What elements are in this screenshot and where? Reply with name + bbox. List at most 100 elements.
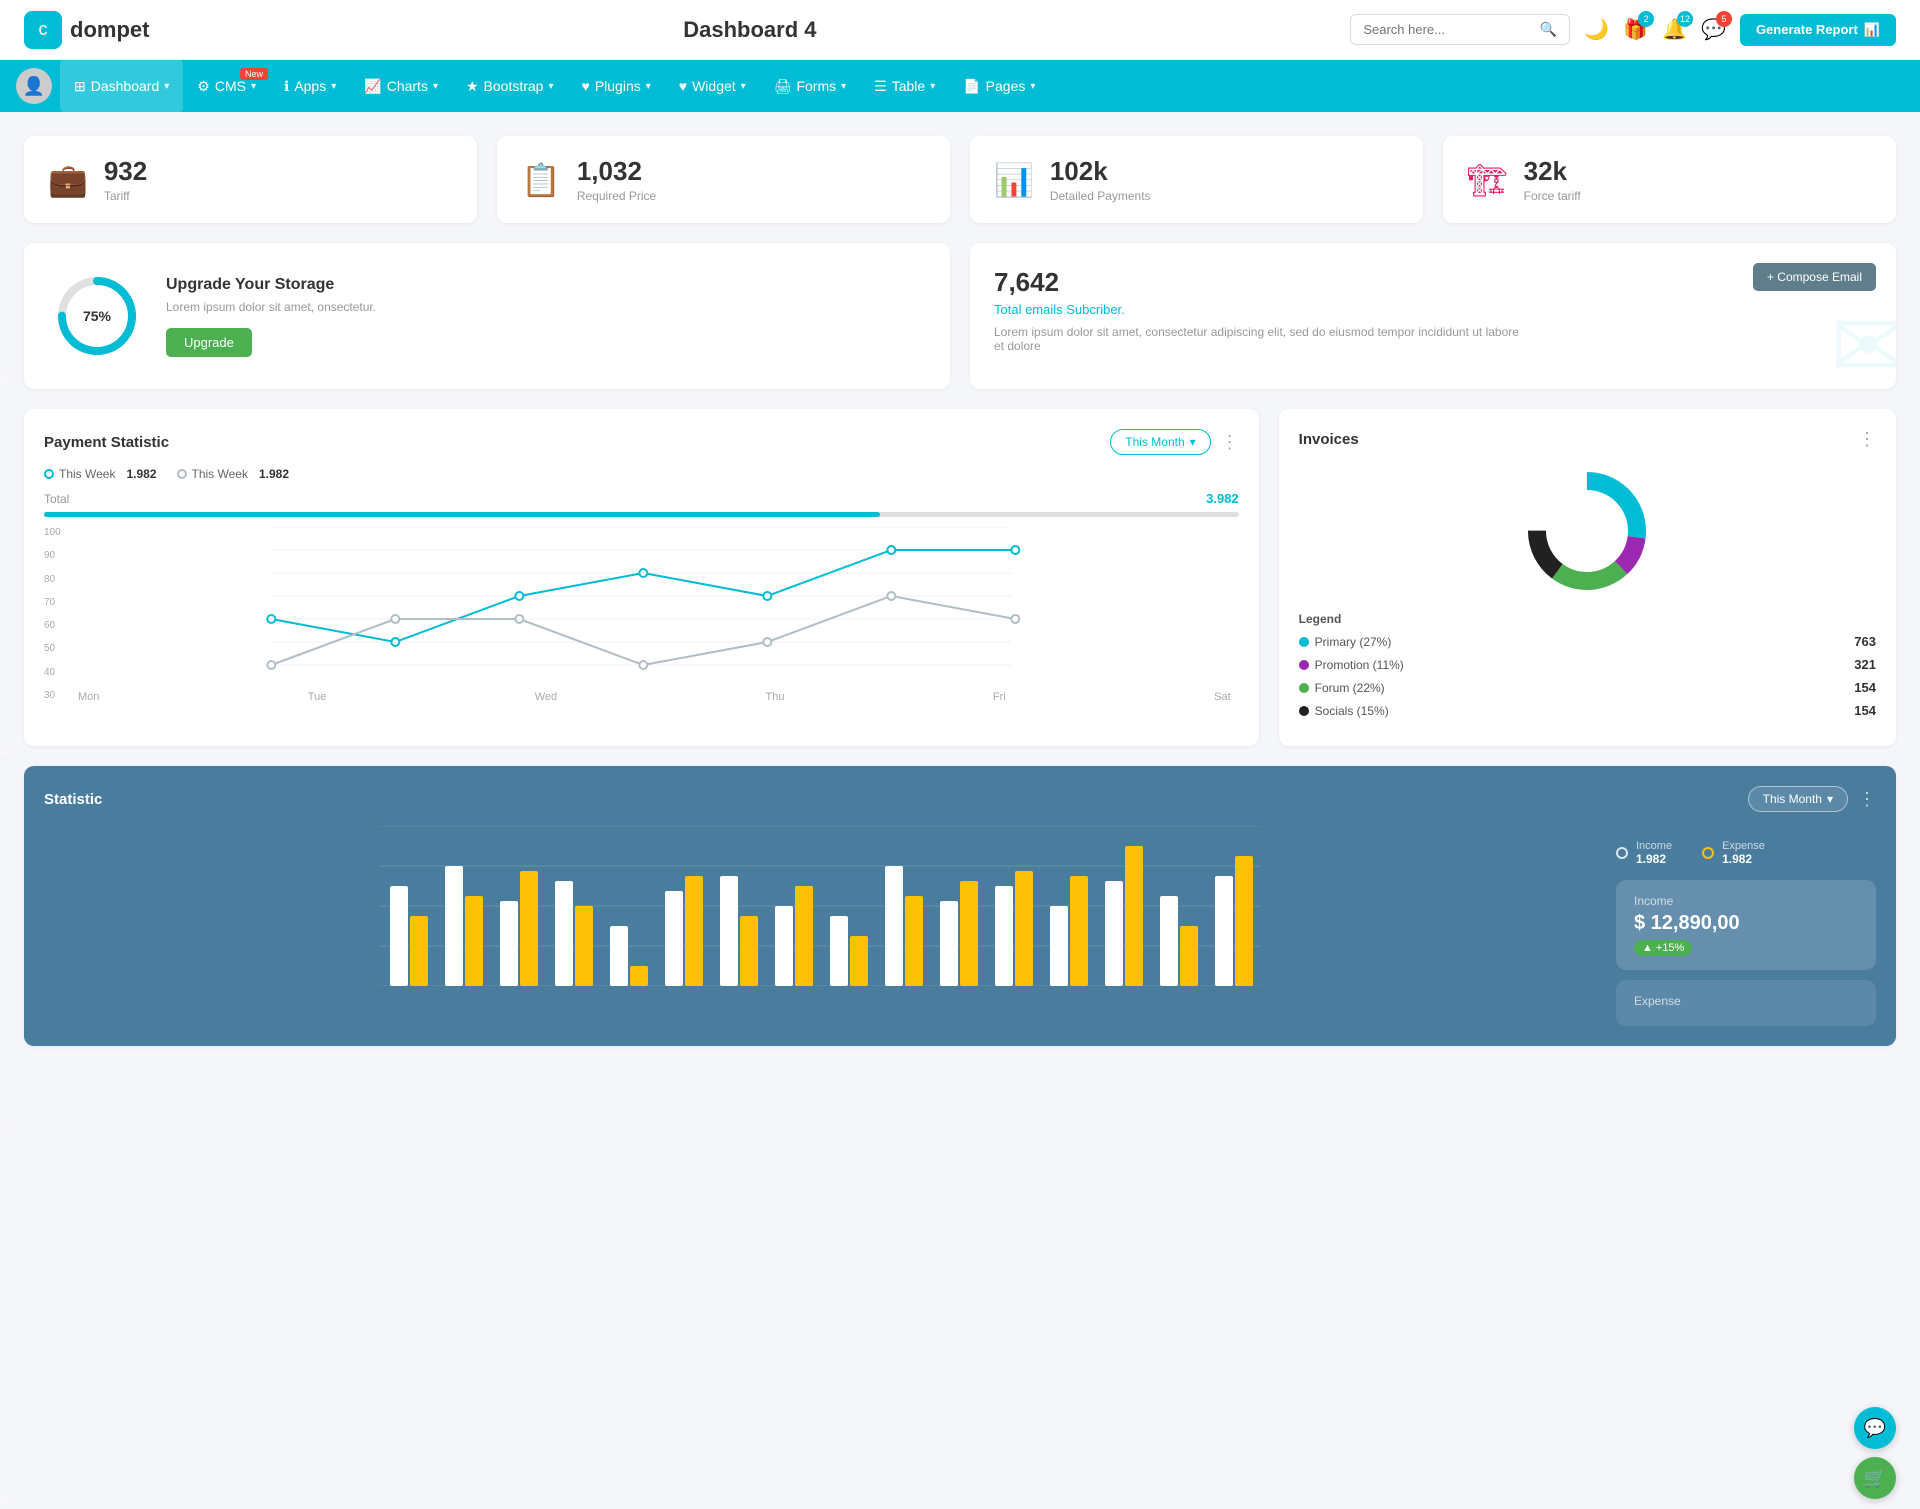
tariff-value: 932	[104, 156, 147, 187]
chevron-down-icon: ▾	[930, 81, 935, 92]
primary-count: 763	[1854, 634, 1876, 649]
bar-chart-container: 5040302010	[44, 826, 1596, 986]
chevron-down-icon: ▾	[251, 81, 256, 92]
force-tariff-label: Force tariff	[1524, 189, 1581, 203]
sidebar-item-plugins[interactable]: ♥ Plugins ▾	[568, 60, 665, 112]
support-fab[interactable]: 💬	[1854, 1407, 1896, 1449]
sidebar-item-table[interactable]: ☰ Table ▾	[860, 60, 949, 112]
moon-icon[interactable]: 🌙	[1584, 17, 1609, 42]
logo-text: dompet	[70, 17, 149, 43]
legend-heading: Legend	[1299, 612, 1876, 626]
detailed-payments-label: Detailed Payments	[1050, 189, 1151, 203]
income-detail-box: Income $ 12,890,00 ▲ +15%	[1616, 880, 1876, 970]
payment-card-header: Payment Statistic This Month ▾ ⋮	[44, 429, 1239, 455]
chevron-down-icon: ▾	[433, 81, 438, 92]
sidebar-item-widget[interactable]: ♥ Widget ▾	[665, 60, 760, 112]
chevron-down-icon: ▾	[548, 81, 553, 92]
required-price-icon: 📋	[521, 161, 561, 199]
income-badge: ▲ +15%	[1634, 940, 1692, 956]
chevron-down-icon: ▾	[1190, 435, 1196, 449]
legend-label-1: This Week	[59, 467, 115, 481]
sidebar-item-pages[interactable]: 📄 Pages ▾	[949, 60, 1049, 112]
logo: c dompet	[24, 11, 149, 49]
sidebar-item-bootstrap[interactable]: ★ Bootstrap ▾	[452, 60, 568, 112]
table-icon: ☰	[874, 78, 887, 95]
plugins-icon: ♥	[582, 78, 590, 94]
x-axis-labels: Mon Tue Wed Thu Fri Sat	[44, 691, 1239, 703]
income-legend-value: 1.982	[1636, 852, 1672, 866]
sidebar-item-dashboard[interactable]: ⊞ Dashboard ▾	[60, 60, 183, 112]
chat-badge: 5	[1716, 11, 1732, 27]
widget-icon: ♥	[679, 78, 687, 94]
chevron-down-icon: ▾	[331, 81, 336, 92]
expense-legend: Expense 1.982	[1702, 840, 1765, 866]
tariff-icon: 💼	[48, 161, 88, 199]
statistic-legend: Income 1.982 Expense 1.982	[1616, 840, 1876, 866]
force-tariff-value: 32k	[1524, 156, 1581, 187]
legend-label-2: This Week	[192, 467, 248, 481]
email-card: + Compose Email 7,642 Total emails Subcr…	[970, 243, 1896, 389]
statistic-header: Statistic This Month ▾ ⋮	[44, 786, 1876, 812]
search-input[interactable]	[1363, 22, 1532, 37]
generate-report-button[interactable]: Generate Report 📊	[1740, 14, 1896, 46]
stat-cards: 💼 932 Tariff 📋 1,032 Required Price 📊 10…	[24, 136, 1896, 223]
income-dot	[1616, 847, 1628, 859]
payment-more-options[interactable]: ⋮	[1221, 432, 1239, 453]
statistic-more-options[interactable]: ⋮	[1858, 789, 1876, 810]
legend-item-1: This Week 1.982	[44, 467, 157, 481]
chevron-down-icon: ▾	[164, 81, 169, 92]
month-label: This Month	[1763, 792, 1822, 806]
email-count: 7,642	[994, 267, 1872, 298]
chat-icon[interactable]: 💬 5	[1701, 17, 1726, 42]
statistic-right-panel: Income 1.982 Expense 1.982 Income $	[1616, 826, 1876, 1026]
header-right: 🔍 🌙 🎁 2 🔔 12 💬 5 Generate Report 📊	[1350, 14, 1896, 46]
search-box[interactable]: 🔍	[1350, 14, 1570, 45]
inv-legend-forum: Forum (22%) 154	[1299, 680, 1876, 695]
generate-report-label: Generate Report	[1756, 22, 1858, 37]
legend-val-1: 1.982	[126, 467, 156, 481]
compose-email-button[interactable]: + Compose Email	[1753, 263, 1876, 291]
statistic-chart-area: 5040302010	[44, 826, 1596, 1026]
statistic-month-filter[interactable]: This Month ▾	[1748, 786, 1848, 812]
dashboard-icon: ⊞	[74, 78, 86, 95]
search-icon: 🔍	[1540, 21, 1557, 38]
income-box-value: $ 12,890,00	[1634, 912, 1858, 935]
payment-statistic-card: Payment Statistic This Month ▾ ⋮ This We…	[24, 409, 1259, 746]
socials-count: 154	[1854, 703, 1876, 718]
total-value: 3.982	[1206, 491, 1239, 506]
cart-fab[interactable]: 🛒	[1854, 1457, 1896, 1499]
income-legend: Income 1.982	[1616, 840, 1672, 866]
email-subtitle: Total emails Subcriber.	[994, 302, 1872, 317]
storage-card: 75% Upgrade Your Storage Lorem ipsum dol…	[24, 243, 950, 389]
payment-title: Payment Statistic	[44, 434, 169, 451]
sidebar-item-apps[interactable]: ℹ Apps ▾	[270, 60, 350, 112]
income-box-label: Income	[1634, 894, 1858, 908]
gift-icon[interactable]: 🎁 2	[1623, 17, 1648, 42]
expense-legend-label: Expense	[1722, 840, 1765, 852]
stat-card-force-tariff: 🏗 32k Force tariff	[1443, 136, 1896, 223]
invoices-header: Invoices ⋮	[1299, 429, 1876, 450]
socials-dot	[1299, 706, 1309, 716]
bell-icon[interactable]: 🔔 12	[1662, 17, 1687, 42]
payment-total-row: Total 3.982	[44, 491, 1239, 506]
line-chart-svg	[44, 527, 1239, 687]
mid-row: 75% Upgrade Your Storage Lorem ipsum dol…	[24, 243, 1896, 389]
sidebar-item-forms[interactable]: 🖨 Forms ▾	[760, 60, 860, 112]
legend-val-2: 1.982	[259, 467, 289, 481]
gift-badge: 2	[1638, 11, 1654, 27]
statistic-content: 5040302010	[44, 826, 1876, 1026]
invoice-legend: Legend Primary (27%) 763 Promotion (11%)…	[1299, 612, 1876, 718]
pages-icon: 📄	[963, 78, 980, 95]
header: c dompet Dashboard 4 🔍 🌙 🎁 2 🔔 12 💬 5 Ge…	[0, 0, 1920, 60]
detailed-payments-value: 102k	[1050, 156, 1151, 187]
forum-count: 154	[1854, 680, 1876, 695]
invoices-title: Invoices	[1299, 431, 1359, 448]
payment-filter-row: This Month ▾ ⋮	[1110, 429, 1238, 455]
inv-legend-primary: Primary (27%) 763	[1299, 634, 1876, 649]
upgrade-button[interactable]: Upgrade	[166, 328, 252, 357]
sidebar-item-charts[interactable]: 📈 Charts ▾	[350, 60, 452, 112]
legend-dot-2	[177, 469, 187, 479]
this-month-filter-button[interactable]: This Month ▾	[1110, 429, 1210, 455]
invoices-more-options[interactable]: ⋮	[1858, 429, 1876, 450]
sidebar-item-cms[interactable]: ⚙ CMS New ▾	[183, 60, 270, 112]
